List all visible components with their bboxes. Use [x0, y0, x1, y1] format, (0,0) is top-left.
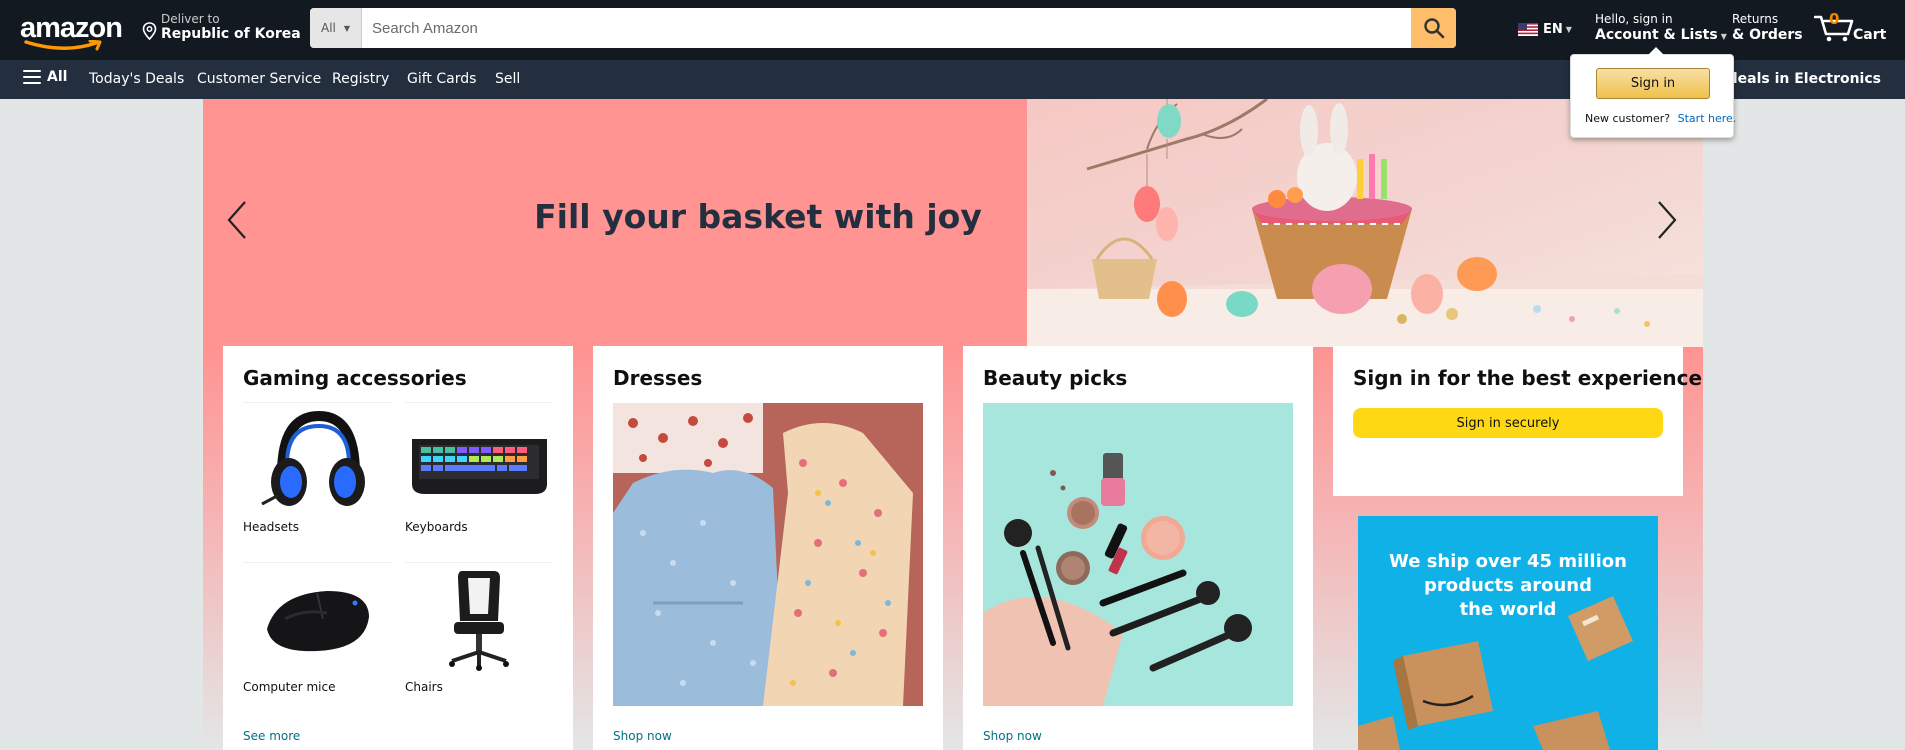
- subnav-registry[interactable]: Registry: [332, 71, 389, 87]
- headsets-label: Headsets: [243, 520, 299, 534]
- beauty-picks-card: Beauty picks Shop now: [963, 346, 1313, 750]
- mouse-image: [243, 562, 391, 674]
- beauty-image[interactable]: [983, 403, 1293, 706]
- returns-orders[interactable]: Returns & Orders: [1732, 12, 1803, 43]
- card-title: Beauty picks: [983, 366, 1128, 390]
- card-title: Dresses: [613, 366, 703, 390]
- subnav-customer-service[interactable]: Customer Service: [197, 71, 321, 87]
- search-input[interactable]: [362, 8, 1411, 48]
- card-title: Sign in for the best experience: [1353, 366, 1703, 390]
- cart-button[interactable]: 0 Cart: [1812, 8, 1897, 48]
- language-selector[interactable]: EN ▼: [1518, 22, 1572, 37]
- ship-line-3: the world: [1459, 599, 1557, 620]
- cart-label: Cart: [1853, 27, 1887, 43]
- all-menu-button[interactable]: All: [23, 69, 67, 85]
- sign-in-securely-button[interactable]: Sign in securely: [1353, 408, 1663, 438]
- top-nav: amazon Deliver to Republic of Korea All …: [0, 0, 1905, 60]
- subnav-todays-deals[interactable]: Today's Deals: [89, 71, 184, 87]
- ship-worldwide-banner[interactable]: We ship over 45 million products around …: [1358, 516, 1658, 750]
- deliver-location: Republic of Korea: [161, 26, 301, 42]
- keyboards-label: Keyboards: [405, 520, 468, 534]
- ship-line-1: We ship over 45 million: [1389, 551, 1627, 572]
- computer-mice-label: Computer mice: [243, 680, 336, 694]
- chevron-down-icon: ▼: [343, 23, 351, 33]
- sign-in-card: Sign in for the best experience Sign in …: [1333, 346, 1702, 496]
- logo-smile-icon: [24, 40, 102, 51]
- search-bar: All ▼: [310, 8, 1456, 48]
- gaming-accessories-card: Gaming accessories Headsets Keyboards Co…: [223, 346, 573, 750]
- subnav-sell[interactable]: Sell: [495, 71, 520, 87]
- cart-count: 0: [1829, 10, 1840, 28]
- headset-image: [243, 402, 391, 514]
- chairs-label: Chairs: [405, 680, 443, 694]
- dresses-image[interactable]: [613, 403, 923, 706]
- hero-headline: Fill your basket with joy: [534, 197, 982, 236]
- search-button[interactable]: [1411, 8, 1456, 48]
- card-title: Gaming accessories: [243, 366, 467, 390]
- ship-line-2: products around: [1424, 575, 1592, 596]
- amazon-logo[interactable]: amazon: [20, 10, 123, 51]
- carousel-prev-icon[interactable]: [223, 198, 253, 242]
- account-lists-label: Account & Lists: [1595, 27, 1718, 43]
- deliver-to[interactable]: Deliver to Republic of Korea: [140, 12, 301, 48]
- account-menu[interactable]: Hello, sign in Account & Lists ▼: [1595, 12, 1727, 43]
- sign-in-flyout: Sign in New customer? Start here.: [1570, 47, 1737, 138]
- language-label: EN: [1543, 22, 1563, 37]
- chevron-down-icon: ▼: [1720, 32, 1727, 41]
- new-customer-label: New customer?: [1585, 112, 1671, 125]
- deliver-label: Deliver to: [161, 12, 220, 26]
- greeting: Hello, sign in: [1595, 12, 1673, 26]
- search-category-select[interactable]: All ▼: [310, 8, 362, 48]
- dresses-card: Dresses Shop now: [593, 346, 943, 750]
- keyboard-image: [405, 402, 553, 514]
- carousel-next-icon[interactable]: [1651, 198, 1681, 242]
- shop-dresses-link[interactable]: Shop now: [613, 729, 672, 743]
- flyout-sign-in-button[interactable]: Sign in: [1596, 68, 1710, 99]
- start-here-link[interactable]: Start here.: [1678, 112, 1737, 125]
- shop-beauty-link[interactable]: Shop now: [983, 729, 1042, 743]
- us-flag-icon: [1518, 23, 1538, 36]
- hamburger-icon: [23, 70, 41, 84]
- chair-image: [405, 562, 553, 674]
- chevron-down-icon: ▼: [1565, 25, 1572, 34]
- location-pin-icon: [142, 22, 157, 40]
- search-icon: [1423, 18, 1444, 39]
- subnav-gift-cards[interactable]: Gift Cards: [407, 71, 476, 87]
- see-more-link[interactable]: See more: [243, 729, 300, 743]
